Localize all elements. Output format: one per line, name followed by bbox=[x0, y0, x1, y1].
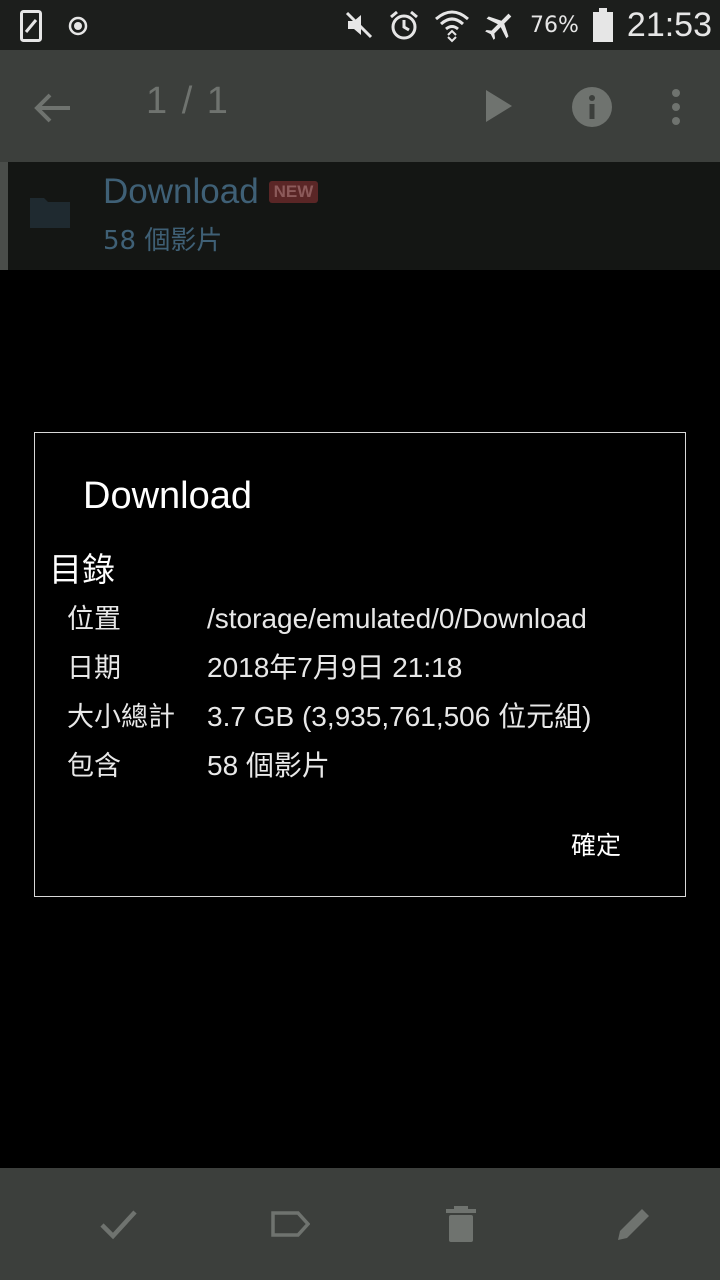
wifi-icon bbox=[435, 10, 469, 43]
date-row: 日期 2018年7月9日 21:18 bbox=[67, 646, 462, 686]
app-bar: 1 / 1 bbox=[0, 50, 720, 162]
location-row: 位置/storage/emulated/0/Download bbox=[67, 597, 587, 636]
sim-icon bbox=[20, 10, 42, 42]
row-value: /storage/emulated/0/Download bbox=[207, 603, 587, 634]
alarm-icon bbox=[390, 10, 418, 40]
row-label: 日期 bbox=[67, 653, 121, 684]
contains-row: 包含 58 個影片 bbox=[67, 744, 330, 784]
trash-icon[interactable] bbox=[441, 1204, 481, 1244]
dialog-section-heading: 目錄 bbox=[49, 550, 115, 589]
edit-icon[interactable] bbox=[614, 1204, 654, 1244]
folder-subtitle: 58 個影片 bbox=[103, 226, 223, 256]
more-vert-icon[interactable] bbox=[664, 85, 688, 129]
row-value: 3.7 GB (3,935,761,506 位元組) bbox=[207, 701, 592, 732]
properties-dialog: Download 目錄 位置/storage/emulated/0/Downlo… bbox=[34, 432, 686, 897]
row-label: 大小總計 bbox=[67, 702, 175, 733]
record-icon bbox=[68, 16, 88, 36]
page-counter: 1 / 1 bbox=[146, 80, 230, 122]
back-arrow-icon[interactable] bbox=[30, 86, 74, 130]
new-badge: NEW bbox=[268, 181, 319, 203]
folder-icon bbox=[30, 198, 70, 228]
selection-accent bbox=[0, 162, 8, 270]
row-value: 58 個影片 bbox=[207, 750, 330, 781]
status-bar: 76% 21:53 bbox=[0, 0, 720, 50]
dialog-title: Download bbox=[83, 475, 252, 517]
size-row: 大小總計 3.7 GB (3,935,761,506 位元組) bbox=[67, 695, 591, 735]
airplane-icon bbox=[485, 13, 512, 40]
battery-percent: 76% bbox=[530, 12, 579, 38]
row-label: 包含 bbox=[67, 751, 121, 782]
info-icon[interactable] bbox=[570, 85, 614, 129]
mute-icon bbox=[345, 11, 373, 39]
play-icon[interactable] bbox=[482, 88, 516, 124]
check-icon[interactable] bbox=[98, 1204, 138, 1244]
folder-list-item[interactable]: Download NEW 58 個影片 bbox=[0, 162, 720, 270]
clock: 21:53 bbox=[626, 5, 712, 44]
folder-title: Download bbox=[103, 172, 259, 211]
row-label: 位置 bbox=[67, 604, 121, 635]
row-value: 2018年7月9日 21:18 bbox=[207, 652, 463, 683]
label-icon[interactable] bbox=[270, 1204, 310, 1244]
battery-icon bbox=[592, 8, 613, 42]
bottom-toolbar bbox=[0, 1168, 720, 1280]
ok-button[interactable]: 確定 bbox=[571, 826, 621, 862]
